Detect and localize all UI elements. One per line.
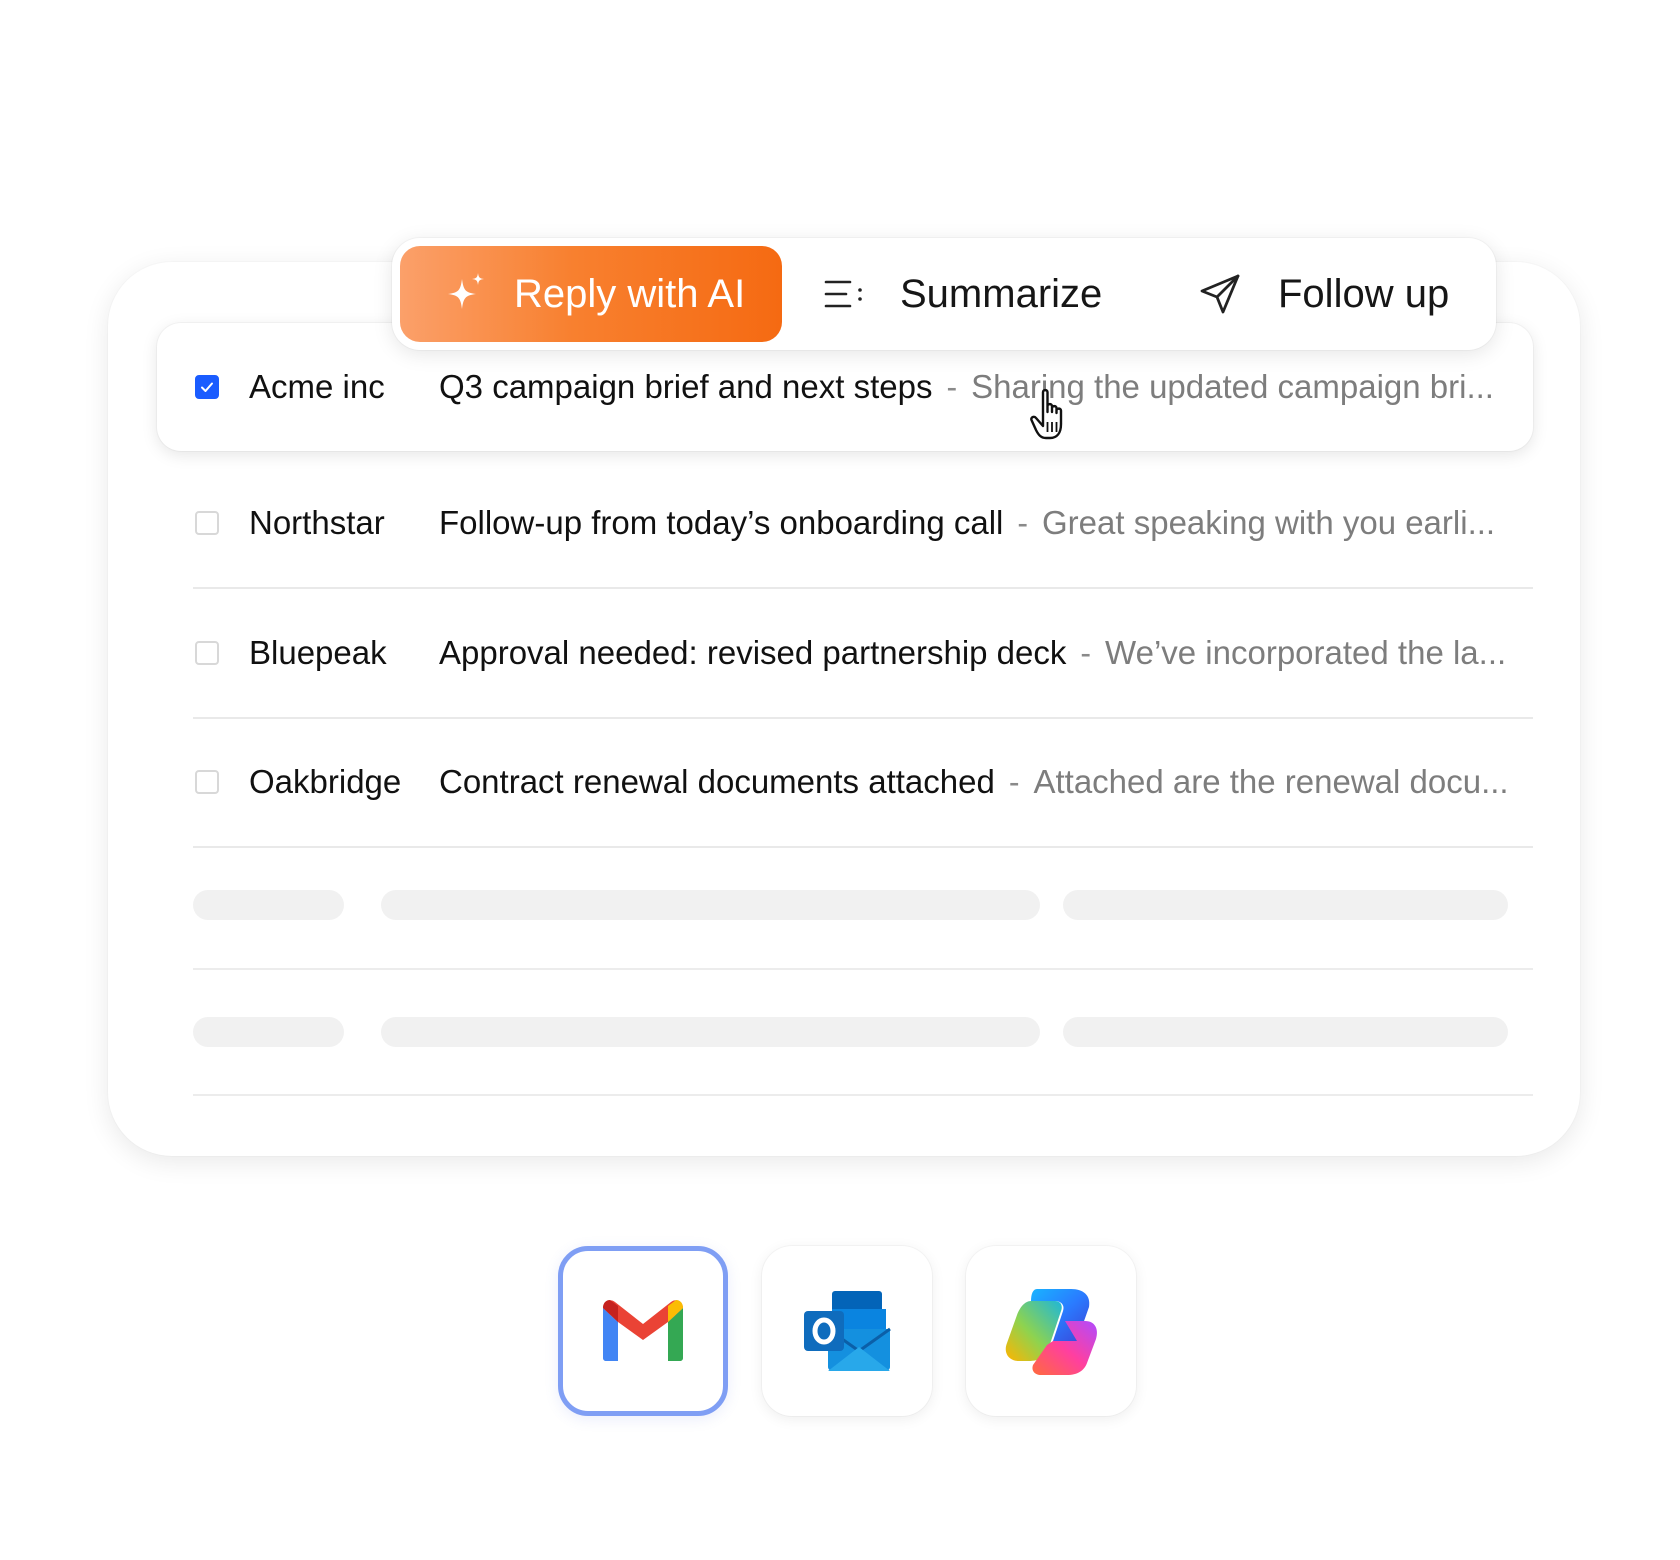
skeleton-subject xyxy=(381,1017,1040,1047)
row-checkbox[interactable] xyxy=(195,511,219,535)
email-row-bluepeak[interactable]: Bluepeak Approval needed: revised partne… xyxy=(193,589,1533,719)
email-sender: Oakbridge xyxy=(249,763,402,800)
row-divider xyxy=(193,968,1533,970)
email-sender: Acme inc xyxy=(249,368,385,405)
sparkle-icon xyxy=(448,273,484,309)
follow-up-button[interactable]: Follow up xyxy=(1198,246,1449,342)
summarize-button[interactable]: Summarize xyxy=(824,246,1102,342)
skeleton-preview xyxy=(1063,890,1508,920)
email-row-northstar[interactable]: Northstar Follow-up from today’s onboard… xyxy=(193,459,1533,589)
skeleton-subject xyxy=(381,890,1040,920)
separator: - xyxy=(1017,504,1029,541)
email-preview: We’ve incorporated the la... xyxy=(1105,634,1507,671)
separator: - xyxy=(1008,763,1020,800)
row-checkbox[interactable] xyxy=(195,770,219,794)
send-icon xyxy=(1200,274,1240,314)
gmail-icon xyxy=(603,1300,683,1361)
check-icon xyxy=(201,382,213,392)
outlook-app-button[interactable] xyxy=(762,1246,932,1416)
separator: - xyxy=(946,368,958,405)
action-toolbar: Reply with AI Summarize Follow up xyxy=(392,238,1496,350)
reply-with-ai-label: Reply with AI xyxy=(514,271,746,316)
app-selector xyxy=(0,1246,1680,1420)
row-divider xyxy=(193,1094,1533,1096)
email-sender: Bluepeak xyxy=(249,634,387,671)
separator: - xyxy=(1080,634,1092,671)
email-preview: Great speaking with you earli... xyxy=(1042,504,1496,541)
summarize-icon xyxy=(824,280,862,308)
email-sender: Northstar xyxy=(249,504,385,541)
email-row-oakbridge[interactable]: Oakbridge Contract renewal documents att… xyxy=(193,718,1533,848)
skeleton-sender xyxy=(193,1017,344,1047)
skeleton-preview xyxy=(1063,1017,1508,1047)
email-preview: Attached are the renewal docu... xyxy=(1033,763,1509,800)
row-checkbox[interactable] xyxy=(195,375,219,399)
gmail-app-button[interactable] xyxy=(558,1246,728,1416)
email-subject: Follow-up from today’s onboarding call xyxy=(439,504,1004,541)
follow-up-label: Follow up xyxy=(1278,271,1450,316)
row-checkbox[interactable] xyxy=(195,641,219,665)
email-subject: Approval needed: revised partnership dec… xyxy=(439,634,1067,671)
copilot-icon xyxy=(1005,1289,1097,1375)
outlook-icon xyxy=(804,1291,891,1371)
reply-with-ai-button[interactable]: Reply with AI xyxy=(400,246,782,342)
email-subject: Contract renewal documents attached xyxy=(439,763,995,800)
email-subject: Q3 campaign brief and next steps xyxy=(439,368,933,405)
hand-cursor-icon xyxy=(1030,388,1063,440)
copilot-app-button[interactable] xyxy=(966,1246,1136,1416)
summarize-label: Summarize xyxy=(900,271,1103,316)
skeleton-sender xyxy=(193,890,344,920)
